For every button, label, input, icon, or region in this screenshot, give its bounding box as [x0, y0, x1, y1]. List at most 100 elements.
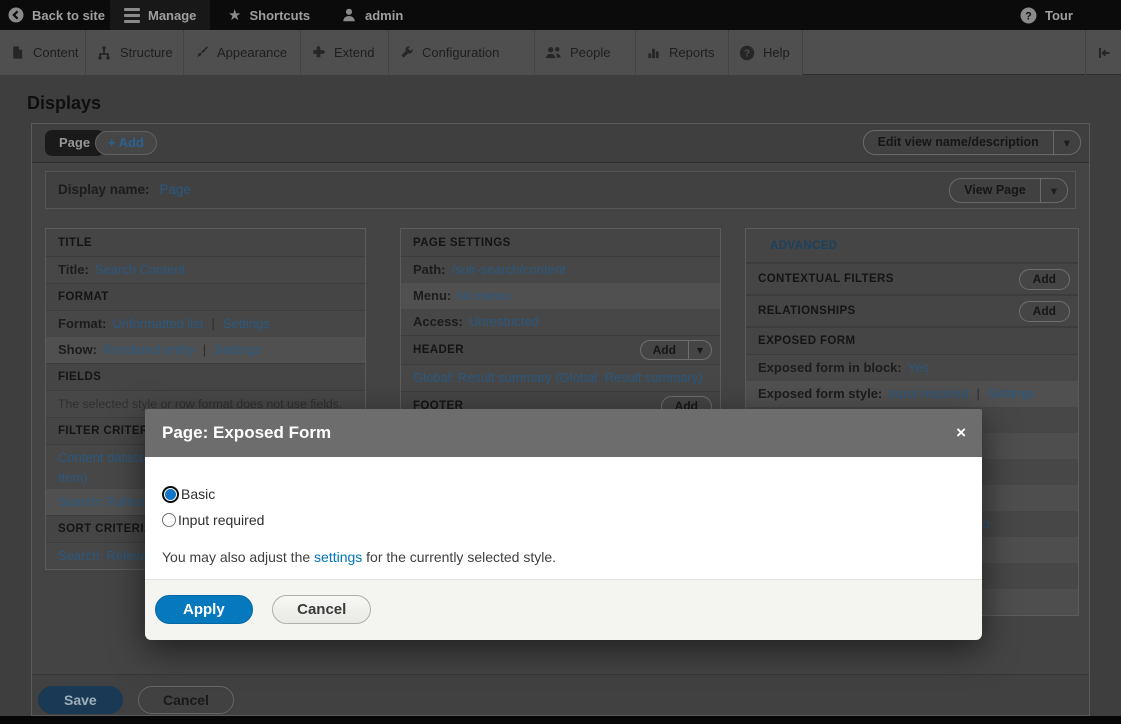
format-row: Format:Unformatted list|Settings — [46, 311, 365, 337]
reports-icon — [646, 45, 661, 60]
access-link[interactable]: Unrestricted — [469, 314, 539, 329]
format-settings-link[interactable]: Settings — [223, 316, 270, 331]
radio-label[interactable]: Input required — [178, 512, 264, 528]
toolbar-tab-configuration[interactable]: Configuration — [389, 30, 535, 75]
toolbar-tab-help[interactable]: ? Help — [729, 30, 803, 75]
save-button[interactable]: Save — [38, 686, 123, 714]
toolbar-tab-label: Appearance — [217, 45, 287, 60]
people-icon — [545, 45, 562, 60]
view-page-button[interactable]: View Page ▾ — [949, 178, 1068, 203]
section-header: Header Add ▾ — [401, 335, 720, 365]
star-icon: ★ — [228, 8, 241, 23]
section-relationships: Relationships Add — [746, 295, 1078, 327]
close-icon[interactable]: × — [956, 423, 966, 443]
relationships-add-button[interactable]: Add — [1019, 301, 1070, 322]
svg-text:?: ? — [744, 48, 750, 59]
toolbar-tab-label: Structure — [120, 45, 173, 60]
section-page-settings: Page settings — [401, 229, 720, 257]
exposed-form-block-row: Exposed form in block:Yes — [746, 355, 1078, 381]
toolbar-tab-extend[interactable]: Extend — [301, 30, 389, 75]
advanced-toggle[interactable]: Advanced — [746, 229, 1078, 263]
exposed-form-style-link[interactable]: Input required — [888, 386, 968, 401]
path-row: Path:/solr-search/content — [401, 257, 720, 283]
toolbar-tab-label: Extend — [334, 45, 374, 60]
exposed-form-block-link[interactable]: Yes — [908, 360, 929, 375]
radio-button[interactable] — [162, 513, 176, 527]
chevron-down-icon[interactable]: ▾ — [1040, 179, 1067, 202]
path-link[interactable]: /solr-search/content — [452, 262, 566, 277]
section-contextual-filters: Contextual filters Add — [746, 263, 1078, 295]
toolbar-orientation-toggle[interactable] — [1085, 30, 1121, 75]
modal-footer: Apply Cancel — [145, 579, 982, 640]
menu-link[interactable]: No menu — [457, 288, 510, 303]
toolbar-tab-content[interactable]: Content — [0, 30, 86, 75]
toolbar-tab-label: Reports — [669, 45, 715, 60]
header-global-row: Global: Result summary (Global: Result s… — [401, 365, 720, 391]
section-fields: Fields — [46, 363, 365, 391]
toolbar-tab-appearance[interactable]: Appearance — [184, 30, 301, 75]
section-exposed-form: Exposed form — [746, 327, 1078, 355]
exposed-form-settings-link[interactable]: Settings — [988, 386, 1035, 401]
tour-button[interactable]: ? Tour — [1020, 0, 1073, 30]
radio-button[interactable] — [162, 486, 179, 503]
modal-header: Page: Exposed Form × — [145, 409, 982, 457]
tour-help-icon: ? — [1020, 7, 1037, 24]
header-result-summary-link[interactable]: Global: Result summary (Global: Result s… — [413, 370, 703, 385]
show-row: Show:Rendered entity|Settings — [46, 337, 365, 363]
plus-icon: + — [108, 135, 116, 150]
section-format: Format — [46, 283, 365, 311]
section-title: Title — [46, 229, 365, 257]
displays-tabs-row: Page +Add Edit view name/description ▾ — [32, 124, 1089, 163]
toolbar-tab-structure[interactable]: Structure — [86, 30, 184, 75]
header-add-button[interactable]: Add ▾ — [640, 340, 712, 360]
display-name-label: Display name: — [58, 182, 150, 197]
show-settings-link[interactable]: Settings — [214, 342, 261, 357]
svg-text:?: ? — [1025, 10, 1031, 22]
tour-label: Tour — [1045, 8, 1073, 23]
appearance-icon — [194, 45, 209, 60]
modal-note: You may also adjust the settings for the… — [162, 549, 965, 565]
chevron-down-icon[interactable]: ▾ — [1053, 131, 1080, 154]
page-title: Displays — [27, 93, 101, 114]
display-name-link[interactable]: Page — [159, 182, 191, 197]
title-row: Title:Search Content — [46, 257, 365, 283]
help-icon: ? — [739, 45, 755, 61]
menu-row: Menu:No menu — [401, 283, 720, 309]
edit-view-name-button[interactable]: Edit view name/description ▾ — [863, 130, 1081, 155]
shortcuts-tab[interactable]: ★ Shortcuts — [228, 0, 310, 30]
toolbar-tab-reports[interactable]: Reports — [636, 30, 729, 75]
collapse-left-icon — [1096, 45, 1112, 61]
view-cancel-button[interactable]: Cancel — [138, 686, 234, 714]
modal-cancel-button[interactable]: Cancel — [272, 595, 371, 624]
display-name-panel: Display name: Page View Page ▾ — [45, 171, 1076, 209]
manage-tab[interactable]: Manage — [110, 0, 210, 30]
toolbar-tab-label: Content — [33, 45, 79, 60]
admin-toolbar: Back to site Manage ★ Shortcuts admin ? … — [0, 0, 1121, 30]
manage-label: Manage — [148, 8, 196, 23]
toolbar-tab-label: Configuration — [422, 45, 499, 60]
structure-icon — [96, 45, 112, 61]
format-link[interactable]: Unformatted list — [112, 316, 203, 331]
back-icon — [8, 7, 24, 23]
menu-icon — [124, 8, 140, 23]
back-to-site-label: Back to site — [32, 8, 105, 23]
contextual-filters-add-button[interactable]: Add — [1019, 269, 1070, 290]
radio-option-basic[interactable]: Basic — [162, 481, 965, 507]
chevron-down-icon[interactable]: ▾ — [688, 341, 711, 359]
back-to-site-link[interactable]: Back to site — [8, 0, 105, 30]
toolbar-tab-people[interactable]: People — [535, 30, 636, 75]
title-link[interactable]: Search Content — [95, 262, 185, 277]
modal-title: Page: Exposed Form — [145, 423, 331, 443]
exposed-form-modal: Page: Exposed Form × Basic Input require… — [145, 409, 982, 640]
admin-user-label: admin — [365, 8, 403, 23]
settings-link[interactable]: settings — [314, 549, 362, 565]
column-second: Page settings Path:/solr-search/content … — [400, 228, 721, 422]
radio-label[interactable]: Basic — [181, 486, 215, 502]
toolbar-tab-label: Help — [763, 45, 790, 60]
add-display-button[interactable]: +Add — [95, 131, 157, 155]
admin-user-tab[interactable]: admin — [341, 0, 403, 30]
radio-option-input-required[interactable]: Input required — [162, 507, 965, 533]
apply-button[interactable]: Apply — [155, 595, 253, 624]
show-link[interactable]: Rendered entity — [103, 342, 195, 357]
toolbar-tab-label: People — [570, 45, 610, 60]
